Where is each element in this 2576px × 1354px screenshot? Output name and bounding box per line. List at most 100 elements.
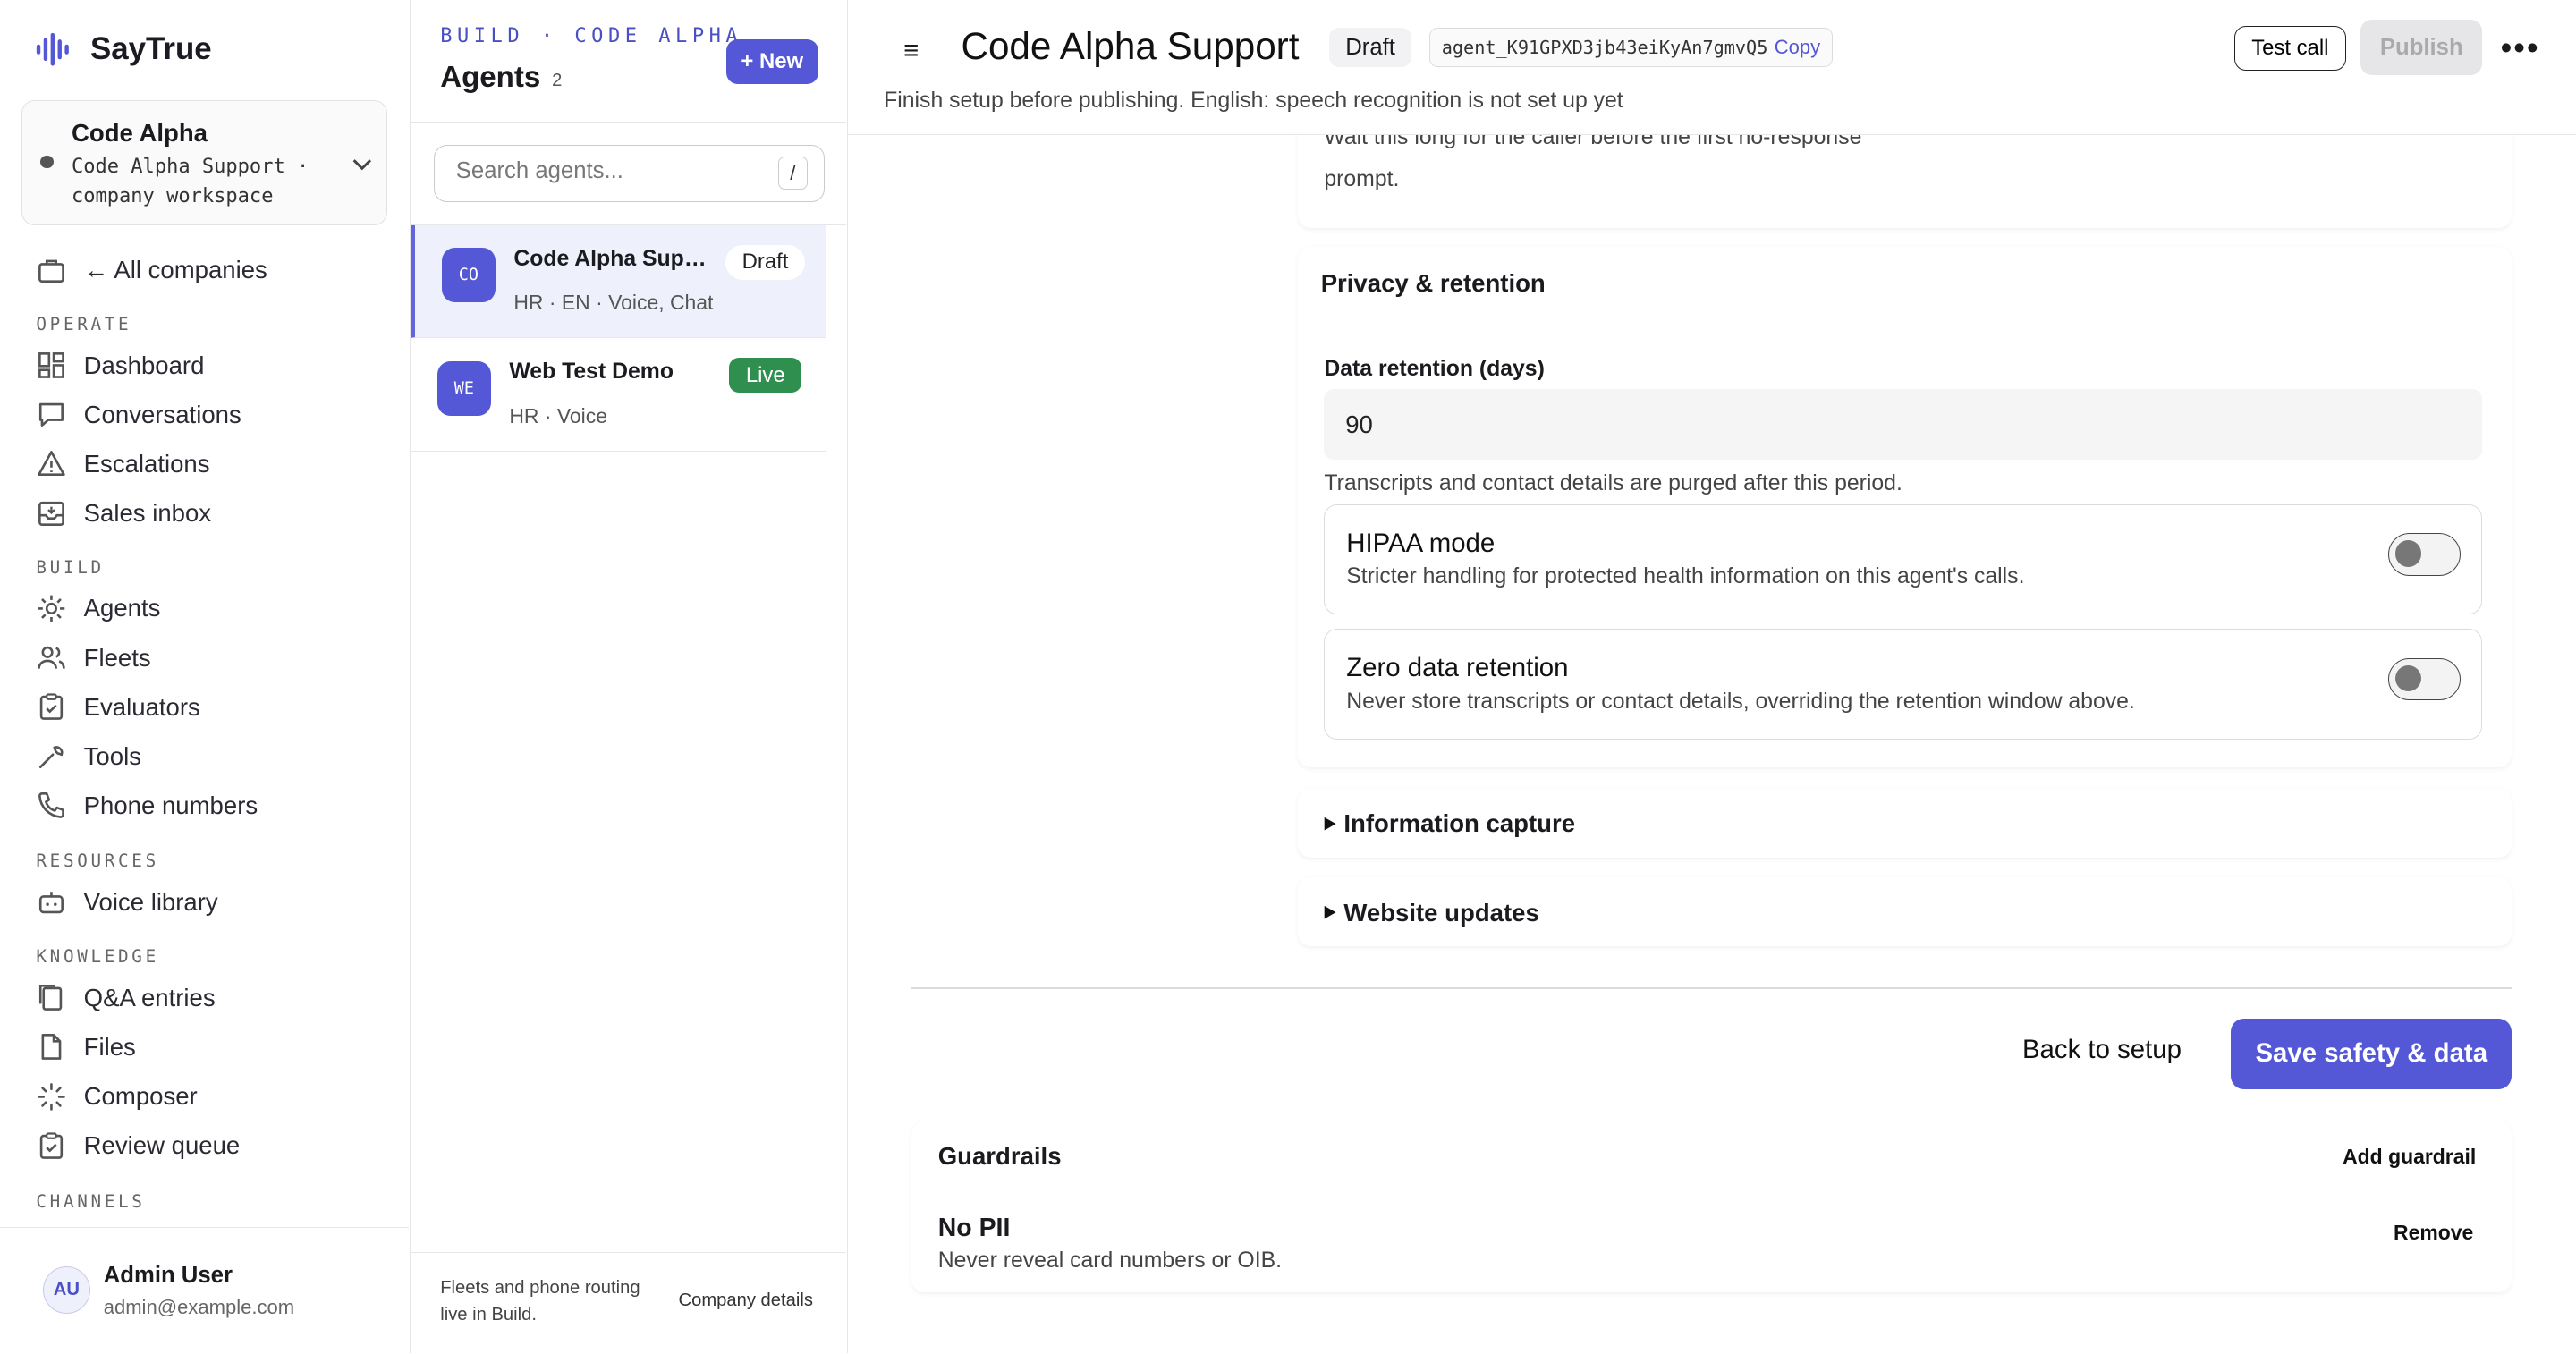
- caret-right-icon: [1324, 817, 1336, 831]
- agent-meta: HR · EN · Voice, Chat: [513, 291, 714, 315]
- user-name: Admin User: [103, 1263, 233, 1289]
- copy-icon: [39, 985, 63, 1011]
- agent-search: /: [433, 144, 825, 202]
- sidebar-item-fleets[interactable]: Fleets: [36, 642, 151, 673]
- phone-icon: [38, 792, 65, 819]
- app-name: SayTrue: [90, 31, 212, 67]
- toggle-description: Stricter handling for protected health i…: [1346, 563, 2025, 588]
- toggle-description: Never store transcripts or contact detai…: [1346, 689, 2135, 714]
- retention-help: Transcripts and contact details are purg…: [1324, 471, 1902, 496]
- sidebar-item-voice-library[interactable]: Voice library: [36, 887, 218, 918]
- main-panel: Wait this long for the caller before the…: [847, 0, 2576, 1353]
- agent-list-panel: BUILD · CODE ALPHA Agents 2 + New / CO C…: [411, 0, 848, 1354]
- agent-list-item[interactable]: WE Web Test Demo HR · Voice Live: [411, 338, 826, 453]
- agent-list-item[interactable]: CO Code Alpha Support HR · EN · Voice, C…: [411, 224, 826, 339]
- agent-id-chip: agent_K91GPXD3jb43eiKyAn7gmvQ5 Copy: [1428, 28, 1833, 68]
- back-to-setup-button[interactable]: Back to setup: [2022, 1035, 2182, 1065]
- user-email: admin@example.com: [103, 1296, 295, 1319]
- sidebar-item-label: Files: [83, 1032, 136, 1061]
- sidebar-item-label: Escalations: [83, 449, 210, 478]
- more-options-icon[interactable]: •••: [2500, 30, 2539, 67]
- gear-icon: [38, 595, 65, 622]
- inbox-icon: [38, 501, 65, 526]
- search-input[interactable]: [455, 158, 768, 185]
- app-logo[interactable]: SayTrue: [35, 31, 212, 67]
- footer-note: Fleets and phone routing live in Build.: [440, 1278, 640, 1324]
- publish-button[interactable]: Publish: [2360, 20, 2483, 76]
- guardrail-description: Never reveal card numbers or OIB.: [937, 1248, 1282, 1273]
- sidebar-item-composer[interactable]: Composer: [36, 1081, 198, 1113]
- agent-list-breadcrumb: BUILD · CODE ALPHA: [440, 24, 743, 47]
- sidebar-item-escalations[interactable]: Escalations: [36, 448, 210, 479]
- all-companies-link[interactable]: ← All companies: [36, 255, 267, 286]
- agent-header: ≡ Code Alpha Support Draft agent_K91GPXD…: [847, 0, 2576, 135]
- chevron-down-icon: [352, 159, 372, 171]
- agent-id: agent_K91GPXD3jb43eiKyAn7gmvQ5: [1441, 37, 1768, 59]
- information-capture-toggle[interactable]: Information capture: [1321, 809, 1575, 838]
- sidebar-item-label: Review queue: [83, 1131, 241, 1160]
- sidebar-item-label: Evaluators: [83, 692, 200, 721]
- sidebar-item-agents[interactable]: Agents: [36, 593, 160, 624]
- agent-list-title: Agents: [440, 60, 541, 94]
- section-title: Privacy & retention: [1320, 269, 1546, 298]
- sidebar-item-dashboard[interactable]: Dashboard: [36, 350, 204, 381]
- waveform-logo-icon: [36, 32, 69, 66]
- page-title: Code Alpha Support: [961, 24, 1300, 67]
- sidebar-item-sales-inbox[interactable]: Sales inbox: [36, 498, 211, 529]
- add-guardrail-button[interactable]: Add guardrail: [2343, 1145, 2476, 1169]
- caret-right-icon: [1324, 906, 1336, 920]
- agent-name: Web Test Demo: [509, 360, 674, 385]
- users-icon: [38, 646, 66, 669]
- section-operate: OPERATE: [36, 313, 132, 334]
- test-call-button[interactable]: Test call: [2233, 26, 2346, 71]
- avatar[interactable]: AU: [42, 1266, 90, 1315]
- loader-icon: [38, 1082, 66, 1111]
- zero-data-retention-row: Zero data retention Never store transcri…: [1324, 629, 2483, 740]
- robot-icon: [39, 892, 64, 914]
- sidebar-item-label: Fleets: [83, 643, 151, 672]
- agent-list-footer: Fleets and phone routing live in Build. …: [411, 1251, 846, 1354]
- sidebar-item-label: Sales inbox: [83, 498, 212, 527]
- website-updates-toggle[interactable]: Website updates: [1321, 899, 1539, 927]
- section-channels: CHANNELS: [36, 1190, 146, 1212]
- sidebar-item-phone-numbers[interactable]: Phone numbers: [36, 790, 258, 821]
- toggle-title: HIPAA mode: [1346, 528, 1496, 558]
- sidebar-item-label: Agents: [83, 594, 161, 622]
- agent-name: Code Alpha Support: [513, 246, 718, 271]
- sidebar: SayTrue Code Alpha Code Alpha Support · …: [0, 0, 411, 1354]
- sidebar-item-files[interactable]: Files: [36, 1031, 136, 1062]
- section-label: Information capture: [1343, 809, 1576, 838]
- new-agent-button[interactable]: + New: [725, 39, 818, 84]
- divider: [411, 121, 846, 123]
- clipboard-check-icon: [40, 693, 64, 721]
- dashboard-icon: [38, 352, 65, 379]
- hipaa-mode-toggle[interactable]: [2387, 533, 2461, 576]
- app-root: SayTrue Code Alpha Code Alpha Support · …: [0, 0, 2576, 1354]
- agent-count: 2: [552, 70, 563, 90]
- section-build: BUILD: [36, 556, 105, 578]
- briefcase-icon: [38, 259, 65, 283]
- sidebar-item-review-queue[interactable]: Review queue: [36, 1130, 240, 1162]
- sidebar-item-conversations[interactable]: Conversations: [36, 399, 242, 430]
- sidebar-item-qa-entries[interactable]: Q&A entries: [36, 982, 216, 1013]
- retention-days-input[interactable]: [1324, 389, 2483, 461]
- agent-avatar: WE: [436, 361, 492, 416]
- menu-icon[interactable]: ≡: [903, 36, 919, 66]
- save-safety-button[interactable]: Save safety & data: [2231, 1018, 2512, 1089]
- agent-meta: HR · Voice: [509, 403, 607, 427]
- company-details-link[interactable]: Company details: [679, 1291, 813, 1311]
- guardrails-title: Guardrails: [937, 1141, 1062, 1170]
- copy-id-button[interactable]: Copy: [1775, 36, 1820, 59]
- chat-bubble-icon: [39, 403, 64, 427]
- workspace-switcher[interactable]: Code Alpha Code Alpha Support · company …: [21, 100, 388, 225]
- field-help-text: prompt.: [1324, 167, 1400, 192]
- section-label: Website updates: [1343, 898, 1539, 927]
- status-badge: Draft: [1328, 28, 1412, 67]
- sidebar-item-evaluators[interactable]: Evaluators: [36, 691, 200, 723]
- remove-guardrail-button[interactable]: Remove: [2394, 1221, 2473, 1245]
- sidebar-item-label: Voice library: [83, 888, 218, 917]
- sidebar-item-tools[interactable]: Tools: [36, 740, 141, 772]
- workspace-name: Code Alpha: [71, 119, 208, 148]
- zero-data-retention-toggle[interactable]: [2387, 657, 2461, 701]
- hipaa-mode-row: HIPAA mode Stricter handling for protect…: [1324, 504, 2483, 614]
